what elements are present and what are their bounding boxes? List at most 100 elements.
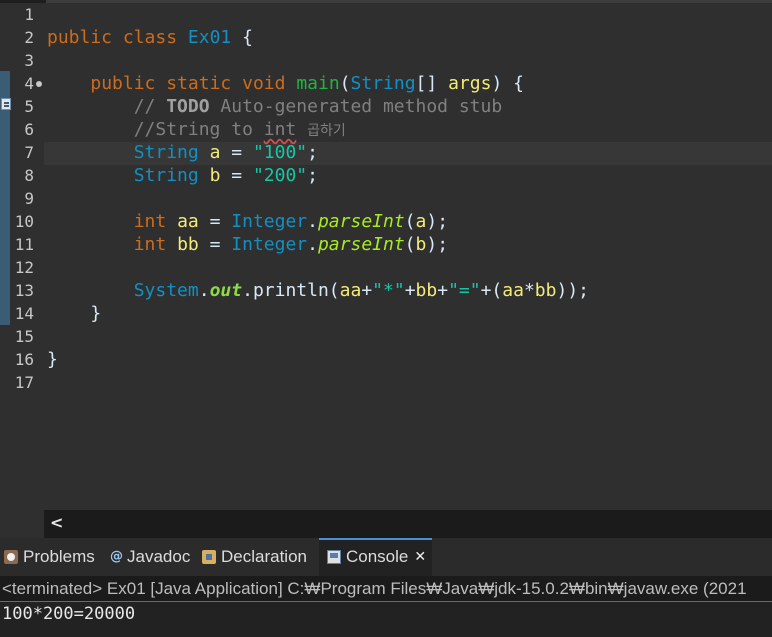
code-line-14: }: [47, 302, 101, 325]
class-name: System: [133, 280, 199, 301]
variable-name: a: [209, 142, 221, 163]
operator: =: [220, 142, 253, 163]
operator: =: [198, 211, 232, 232]
operator: *: [523, 280, 535, 301]
variable-ref: aa: [502, 280, 524, 301]
line-number: 1: [24, 5, 34, 24]
code-line-13: System.out.println(aa+"*"+bb+"="+(aa*bb)…: [47, 279, 589, 302]
brace: }: [90, 303, 102, 324]
fold-icon[interactable]: [36, 81, 42, 87]
param-name: args: [448, 73, 492, 94]
code-line-11: int bb = Integer.parseInt(b);: [47, 233, 448, 256]
line-number: 13: [14, 281, 34, 300]
keyword: class: [122, 27, 178, 48]
operator: +(: [480, 280, 503, 301]
string-literal: "*": [372, 280, 405, 301]
dot: .: [307, 211, 318, 232]
type-name: String: [350, 73, 416, 94]
semicolon: ;: [307, 165, 318, 186]
console-status-line: <terminated> Ex01 [Java Application] C:₩…: [0, 576, 772, 602]
dot: .: [307, 234, 318, 255]
method-call: println: [252, 280, 329, 301]
comment: //: [133, 96, 167, 117]
static-method: parseInt: [317, 234, 405, 255]
code-line-8: String b = "200";: [47, 164, 318, 187]
todo-tag: TODO: [166, 96, 210, 117]
line-number: 14: [14, 304, 34, 323]
line-number: 12: [14, 258, 34, 277]
line-number: 11: [14, 235, 34, 254]
problems-icon: [4, 550, 18, 564]
line-number: 6: [24, 120, 34, 139]
brace: {: [242, 27, 253, 48]
console-output[interactable]: 100*200=20000: [0, 602, 772, 637]
paren: ));: [556, 280, 589, 301]
string-literal: "200": [252, 165, 308, 186]
string-literal: "=": [448, 280, 481, 301]
brackets: []: [415, 73, 438, 94]
scroll-left-icon[interactable]: <: [50, 513, 63, 533]
bottom-view-tabs: Problems @ Javadoc Declaration Console ✕: [0, 538, 772, 576]
semicolon: ;: [307, 142, 318, 163]
line-number: 15: [14, 327, 34, 346]
tab-problems[interactable]: Problems: [2, 538, 101, 576]
code-line-6: //String to int 곱하기: [47, 118, 346, 141]
line-number: 2: [24, 28, 34, 47]
class-name: Integer: [231, 234, 308, 255]
line-number: 16: [14, 350, 34, 369]
paren: );: [426, 234, 449, 255]
code-line-16: }: [47, 348, 58, 371]
comment: //String to: [133, 119, 264, 140]
variable-name: b: [209, 165, 221, 186]
comment: Auto-generated method stub: [209, 96, 503, 117]
line-number: 7: [24, 143, 34, 162]
keyword: void: [242, 73, 286, 94]
tab-console[interactable]: Console ✕: [319, 538, 433, 576]
line-number: 8: [24, 166, 34, 185]
javadoc-icon: @: [110, 549, 123, 564]
keyword: public: [90, 73, 156, 94]
line-number: 5: [24, 97, 34, 116]
line-number: 3: [24, 51, 34, 70]
class-name: Integer: [231, 211, 308, 232]
code-editor[interactable]: 1 2 3 4 5 6 7 8 9 10 11 12 13 14 15 16 1…: [0, 3, 772, 510]
horizontal-scrollbar[interactable]: <: [44, 510, 772, 538]
tab-label: Javadoc: [127, 547, 191, 566]
keyword: int: [133, 234, 167, 255]
class-name: Ex01: [187, 27, 232, 48]
operator: +: [437, 280, 449, 301]
tab-declaration[interactable]: Declaration: [200, 538, 313, 576]
brace: }: [47, 349, 58, 370]
dot: .: [242, 280, 253, 301]
line-number: 17: [14, 373, 34, 392]
line-number-gutter[interactable]: 1 2 3 4 5 6 7 8 9 10 11 12 13 14 15 16 1…: [0, 3, 44, 510]
variable-ref: aa: [339, 280, 362, 301]
operator: +: [404, 280, 416, 301]
static-field: out: [209, 280, 243, 301]
argument: b: [415, 234, 427, 255]
variable-name: bb: [177, 234, 199, 255]
brace: {: [513, 73, 524, 94]
static-method: parseInt: [317, 211, 405, 232]
type-name: String: [133, 142, 199, 163]
dot: .: [198, 280, 210, 301]
comment-korean: 곱하기: [307, 123, 346, 139]
operator: +: [361, 280, 373, 301]
console-icon: [327, 550, 341, 564]
paren: ): [491, 73, 503, 94]
paren: (: [404, 234, 416, 255]
tab-javadoc[interactable]: @ Javadoc: [108, 538, 196, 576]
keyword: static: [166, 73, 232, 94]
line-number: 10: [14, 212, 34, 231]
close-icon[interactable]: ✕: [414, 549, 426, 565]
type-name: String: [133, 165, 199, 186]
operator: =: [220, 165, 253, 186]
tab-label: Problems: [23, 547, 95, 566]
tab-label: Console: [346, 547, 409, 566]
tab-label: Declaration: [221, 547, 307, 566]
paren: (: [328, 280, 340, 301]
paren: (: [339, 73, 351, 94]
paren: );: [426, 211, 449, 232]
keyword: public: [47, 27, 113, 48]
operator: =: [198, 234, 232, 255]
